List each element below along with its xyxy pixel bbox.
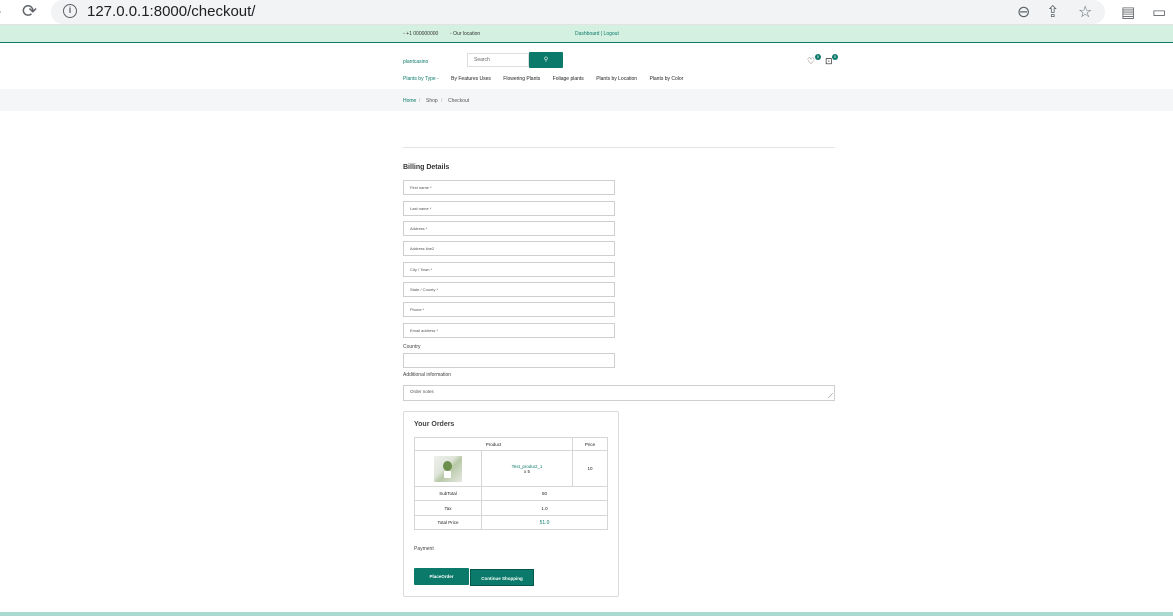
table-header-row: Product Price <box>414 437 608 451</box>
cart-count-badge: 0 <box>832 54 838 60</box>
breadcrumb-separator: / <box>419 98 421 104</box>
tax-value: 1.0 <box>481 500 608 516</box>
orders-table: Product Price Test_product_1 x 5 10 SubT… <box>414 437 608 530</box>
product-price: 10 <box>572 450 608 487</box>
site-logo[interactable]: plantcasino <box>403 59 428 65</box>
subtotal-label: SubTotal <box>414 486 482 501</box>
section-divider <box>403 147 835 148</box>
total-label: Total Price <box>414 515 482 530</box>
subtotal-value: 50 <box>481 486 608 501</box>
back-arrow-icon[interactable]: › <box>0 3 1 21</box>
site-header: plantcasino Search ⚲ ♡ 0 ⊡ 0 Plants by T… <box>0 43 1173 89</box>
menu-item-plants-by-color[interactable]: Plants by Color <box>649 76 683 82</box>
product-name-cell: Test_product_1 x 5 <box>481 450 573 487</box>
total-row: Total Price 51.0 <box>414 515 608 530</box>
last-name-field[interactable]: Last name * <box>403 201 615 216</box>
footer-edge <box>0 612 1173 616</box>
menu-item-features-uses[interactable]: By Features Uses <box>451 76 491 82</box>
payment-label: Payment <box>414 546 434 552</box>
billing-details-title: Billing Details <box>403 164 450 171</box>
location-text: ◦ Our location <box>450 31 481 37</box>
state-field[interactable]: State / County * <box>403 282 615 297</box>
breadcrumb-shop[interactable]: Shop <box>426 98 438 104</box>
order-notes-placeholder: Order notes <box>410 389 434 394</box>
zoom-icon[interactable]: ⊖ <box>1017 2 1030 22</box>
product-thumbnail[interactable] <box>434 455 462 482</box>
cast-icon[interactable]: ▭ <box>1152 3 1166 21</box>
bookmark-star-icon[interactable]: ☆ <box>1078 2 1092 22</box>
product-header: Product <box>414 437 573 451</box>
email-field[interactable]: Email address * <box>403 323 615 338</box>
phone-field[interactable]: Phone * <box>403 302 615 317</box>
place-order-button[interactable]: PlaceOrder <box>414 568 469 585</box>
search-input[interactable]: Search <box>467 53 529 67</box>
phone-text: ▫ +1 000000000 <box>403 31 439 37</box>
breadcrumb-separator: / <box>441 98 443 104</box>
main-menu: Plants by Type - By Features Uses Flower… <box>403 76 694 82</box>
country-field[interactable] <box>403 353 615 368</box>
product-thumbnail-cell <box>414 450 482 487</box>
continue-shopping-button[interactable]: Continue Shopping <box>470 569 534 586</box>
first-name-field[interactable]: First name * <box>403 180 615 195</box>
site-info-icon[interactable]: i <box>63 4 77 18</box>
extension-icon[interactable]: ▤ <box>1121 3 1135 21</box>
url-text[interactable]: 127.0.0.1:8000/checkout/ <box>87 3 255 20</box>
subtotal-row: SubTotal 50 <box>414 486 608 501</box>
heart-icon[interactable]: ♡ <box>807 56 815 67</box>
tax-row: Tax 1.0 <box>414 500 608 516</box>
city-field[interactable]: City / Town * <box>403 262 615 277</box>
product-qty: x 5 <box>523 468 530 474</box>
address-field[interactable]: Address * <box>403 221 615 236</box>
your-orders-title: Your Orders <box>414 421 455 428</box>
address-line2-field[interactable]: Address line2 <box>403 241 615 256</box>
total-value: 51.0 <box>481 515 608 530</box>
search-button[interactable]: ⚲ <box>529 52 563 68</box>
menu-item-plants-by-location[interactable]: Plants by Location <box>596 76 637 82</box>
address-bar[interactable]: i 127.0.0.1:8000/checkout/ ⊖ ⇪ ☆ <box>51 0 1105 24</box>
your-orders-panel: Your Orders Product Price Test_product_1… <box>403 411 619 597</box>
additional-info-label: Additional information <box>403 372 452 378</box>
browser-toolbar: › ⟳ i 127.0.0.1:8000/checkout/ ⊖ ⇪ ☆ ▤ ▭ <box>0 0 1173 25</box>
country-label: Country <box>403 344 421 350</box>
account-links[interactable]: Dashboard | Logout <box>575 31 619 37</box>
wishlist-count-badge: 0 <box>815 54 821 60</box>
menu-item-foliage-plants[interactable]: Foliage plants <box>553 76 584 82</box>
tax-label: Tax <box>414 500 482 516</box>
breadcrumb-checkout: Checkout <box>448 98 470 104</box>
resize-grip-icon[interactable]: ⟋ <box>828 393 833 400</box>
price-header: Price <box>572 437 608 451</box>
top-info-bar: ▫ +1 000000000 ◦ Our location Dashboard … <box>0 25 1173 43</box>
share-icon[interactable]: ⇪ <box>1046 2 1059 22</box>
breadcrumb: Home / Shop / Checkout <box>0 89 1173 111</box>
search-icon: ⚲ <box>543 57 549 63</box>
order-notes-textarea[interactable]: Order notes ⟋ <box>403 385 835 401</box>
table-row: Test_product_1 x 5 10 <box>414 450 608 487</box>
reload-icon[interactable]: ⟳ <box>22 1 37 22</box>
breadcrumb-home[interactable]: Home <box>403 98 416 104</box>
menu-item-plants-by-type[interactable]: Plants by Type - <box>403 76 439 82</box>
menu-item-flowering-plants[interactable]: Flowering Plants <box>503 76 540 82</box>
